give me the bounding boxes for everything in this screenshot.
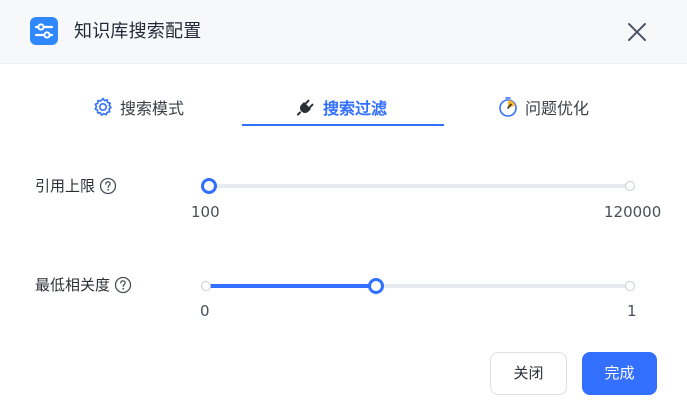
close-button[interactable]: 关闭 [490,352,567,395]
search-config-dialog: 知识库搜索配置 搜索模式 搜索过滤 问题优化 引用上限 100 120000 最… [0,0,687,412]
slider-end-stop [625,181,635,191]
timer-icon [497,96,519,118]
min-relevance-label: 最低相关度 [35,274,132,296]
quote-limit-min-label: 100 [191,203,220,221]
quote-limit-label: 引用上限 [35,175,117,197]
dialog-title: 知识库搜索配置 [74,21,202,42]
tab-label: 搜索模式 [120,99,185,118]
min-relevance-max-label: 1 [627,302,637,320]
tab-label: 搜索过滤 [323,99,388,118]
active-tab-indicator [242,124,444,126]
slider-handle[interactable] [367,278,384,294]
tab-question-optimize[interactable]: 问题优化 [497,92,589,122]
min-relevance-min-label: 0 [200,302,210,320]
min-relevance-slider[interactable] [201,276,635,296]
question-icon[interactable] [114,276,132,294]
tab-label: 问题优化 [525,99,590,118]
quote-limit-slider[interactable] [201,176,635,196]
quote-limit-text: 引用上限 [35,177,96,195]
slider-end-stop [625,281,635,291]
quote-limit-max-label: 120000 [604,203,662,221]
slider-track [209,184,630,188]
close-icon[interactable] [624,19,650,45]
gear-icon [92,96,114,118]
min-relevance-text: 最低相关度 [35,276,111,294]
slider-handle[interactable] [201,178,217,194]
tab-search-mode[interactable]: 搜索模式 [92,92,184,122]
done-button[interactable]: 完成 [582,352,657,395]
slider-fill [206,284,376,288]
plug-icon [295,96,317,118]
dialog-header: 知识库搜索配置 [0,0,687,64]
tab-search-filter[interactable]: 搜索过滤 [295,92,387,122]
slider-start-stop [201,281,211,291]
question-icon[interactable] [99,177,117,195]
sliders-icon [30,17,58,45]
